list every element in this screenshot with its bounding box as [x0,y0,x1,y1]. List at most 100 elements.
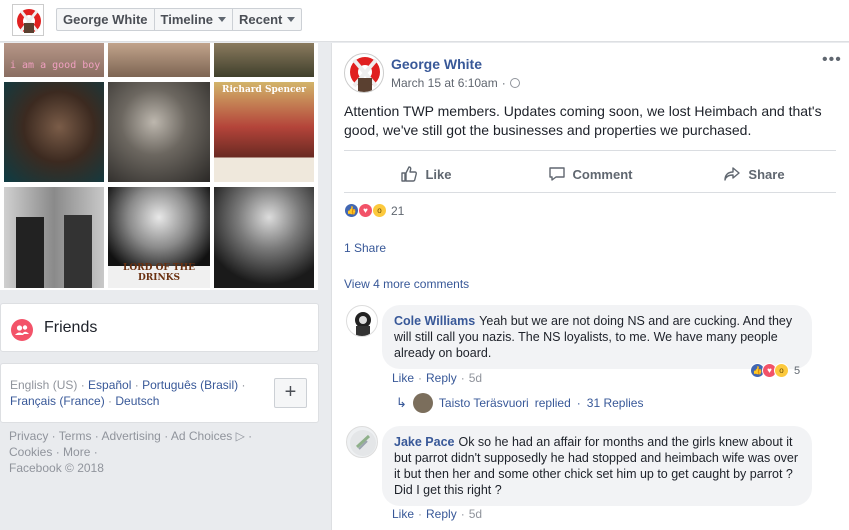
comment-time: 5d [468,507,483,521]
timeline-label: Timeline [160,12,214,27]
thumbs-up-icon [401,166,418,182]
photo-caption: Richard Spencer [222,85,306,95]
comment-text: Ok so he had an affair for months and th… [394,435,799,497]
photo-tile[interactable] [4,82,104,182]
globe-icon[interactable] [509,78,520,88]
post-timestamp[interactable]: March 15 at 6:10am [391,76,498,90]
comment-bubble: Jake Pace Ok so he had an affair for mont… [382,426,812,506]
profile-name-button[interactable]: George White [57,9,155,30]
comment-button[interactable]: Comment [508,159,672,189]
post-options-button[interactable]: ••• [822,51,842,69]
shares-link[interactable]: 1 Share [344,241,386,255]
photo-tile[interactable] [108,43,210,77]
photo-figure [64,215,92,288]
photo-overlay-text: i am a good boy [10,60,101,71]
photo-grid: i am a good boy Richard Spencer LORD OF … [0,43,318,290]
reactions-summary[interactable]: 👍 ♥ o 21 [344,203,404,218]
comment-like-button[interactable]: Like [392,371,414,385]
comment-time: 5d [468,371,483,385]
footer-link-advertising[interactable]: Advertising [101,429,160,443]
share-label: Share [748,166,785,182]
comment-actions: Like · Reply · 5d [392,507,483,521]
language-link[interactable]: Deutsch [115,394,159,408]
footer-link-ad-choices[interactable]: Ad Choices [171,429,232,443]
friends-icon [11,319,33,341]
reply-author-avatar [412,393,433,413]
comment-reaction-count: 5 [794,364,801,377]
view-more-comments-link[interactable]: View 4 more comments [344,277,469,291]
photo-figure [16,217,44,288]
reply-count: 31 Replies [586,396,644,410]
wow-reaction-icon: o [774,363,789,378]
language-link[interactable]: Português (Brasil) [142,378,238,392]
comment-bubble: Cole Williams Yeah but we are not doing N… [382,305,812,369]
language-link[interactable]: Français (France) [10,394,105,408]
friends-card[interactable]: Friends [0,303,319,352]
post-meta: March 15 at 6:10am · [391,76,520,90]
footer-link-terms[interactable]: Terms [59,429,92,443]
like-reaction-icon: 👍 [344,203,359,218]
add-language-button[interactable]: + [274,378,307,408]
reaction-count: 21 [391,203,405,218]
language-link[interactable]: Español [88,378,131,392]
friends-label: Friends [44,319,98,336]
divider [344,150,836,151]
reply-arrow-icon: ↳ [396,395,407,410]
profile-name-label: George White [63,12,148,27]
reply-author: Taisto Teräsvuori [438,396,529,410]
comment-reactions[interactable]: 👍 ♥ o 5 [750,363,800,378]
post-author-avatar[interactable] [344,53,384,93]
photo-tile[interactable]: i am a good boy [4,43,104,77]
photo-tile[interactable] [108,82,210,182]
divider [344,192,836,193]
post-author-name[interactable]: George White [391,56,482,72]
reply-action: replied [534,396,571,410]
photo-tile[interactable]: LORD OF THE DRINKS [108,187,210,288]
chevron-down-icon [287,17,296,22]
comment-author[interactable]: Cole Williams [394,314,475,328]
avatar-image [355,312,371,336]
comment-reply-button[interactable]: Reply [426,371,457,385]
replies-link[interactable]: ↳ Taisto Teräsvuori replied · 31 Replies [396,393,643,413]
like-button[interactable]: Like [344,159,508,189]
photo-tile[interactable] [4,187,104,288]
language-list: English (US) · Español · Português (Bras… [10,378,246,408]
recent-dropdown[interactable]: Recent [233,9,301,30]
meta-separator: · [501,76,506,90]
comment-like-button[interactable]: Like [392,507,414,521]
photo-caption: LORD OF THE DRINKS [122,263,195,283]
recent-label: Recent [239,12,283,27]
footer-link-more[interactable]: More [63,445,90,459]
comment-label: Comment [572,166,633,182]
chevron-down-icon [218,17,227,22]
footer-link-cookies[interactable]: Cookies [9,445,52,459]
comment-actions: Like · Reply · 5d [392,371,483,385]
avatar-image [350,430,376,456]
avatar-image [350,57,380,92]
photo-tile[interactable] [214,187,314,288]
footer-link-privacy[interactable]: Privacy [9,429,48,443]
love-reaction-icon: ♥ [358,203,373,218]
commenter-avatar[interactable] [346,426,378,458]
share-icon [724,167,741,181]
timeline-dropdown[interactable]: Timeline [155,9,234,30]
ad-choices-icon: ▷ [235,429,245,443]
profile-avatar-small[interactable] [12,4,44,36]
page-footer: Privacy · Terms · Advertising · Ad Choic… [9,429,253,475]
avatar-image [17,9,41,33]
like-label: Like [425,166,452,182]
copyright: Facebook © 2018 [9,461,104,475]
wow-reaction-icon: o [372,203,387,218]
language-card: English (US) · Español · Português (Bras… [0,363,319,423]
comment-icon [548,167,565,181]
comment-reply-button[interactable]: Reply [426,507,457,521]
post-actions: Like Comment Share [344,159,836,189]
profile-top-bar: George White Timeline Recent [0,0,849,42]
post-text: Attention TWP members. Updates coming so… [344,103,822,138]
photo-tile[interactable]: Richard Spencer [214,82,314,182]
share-button[interactable]: Share [672,159,836,189]
comment-author[interactable]: Jake Pace [394,435,454,449]
photo-tile[interactable] [214,43,314,77]
commenter-avatar[interactable] [346,305,378,337]
language-current: English (US) [10,378,78,392]
